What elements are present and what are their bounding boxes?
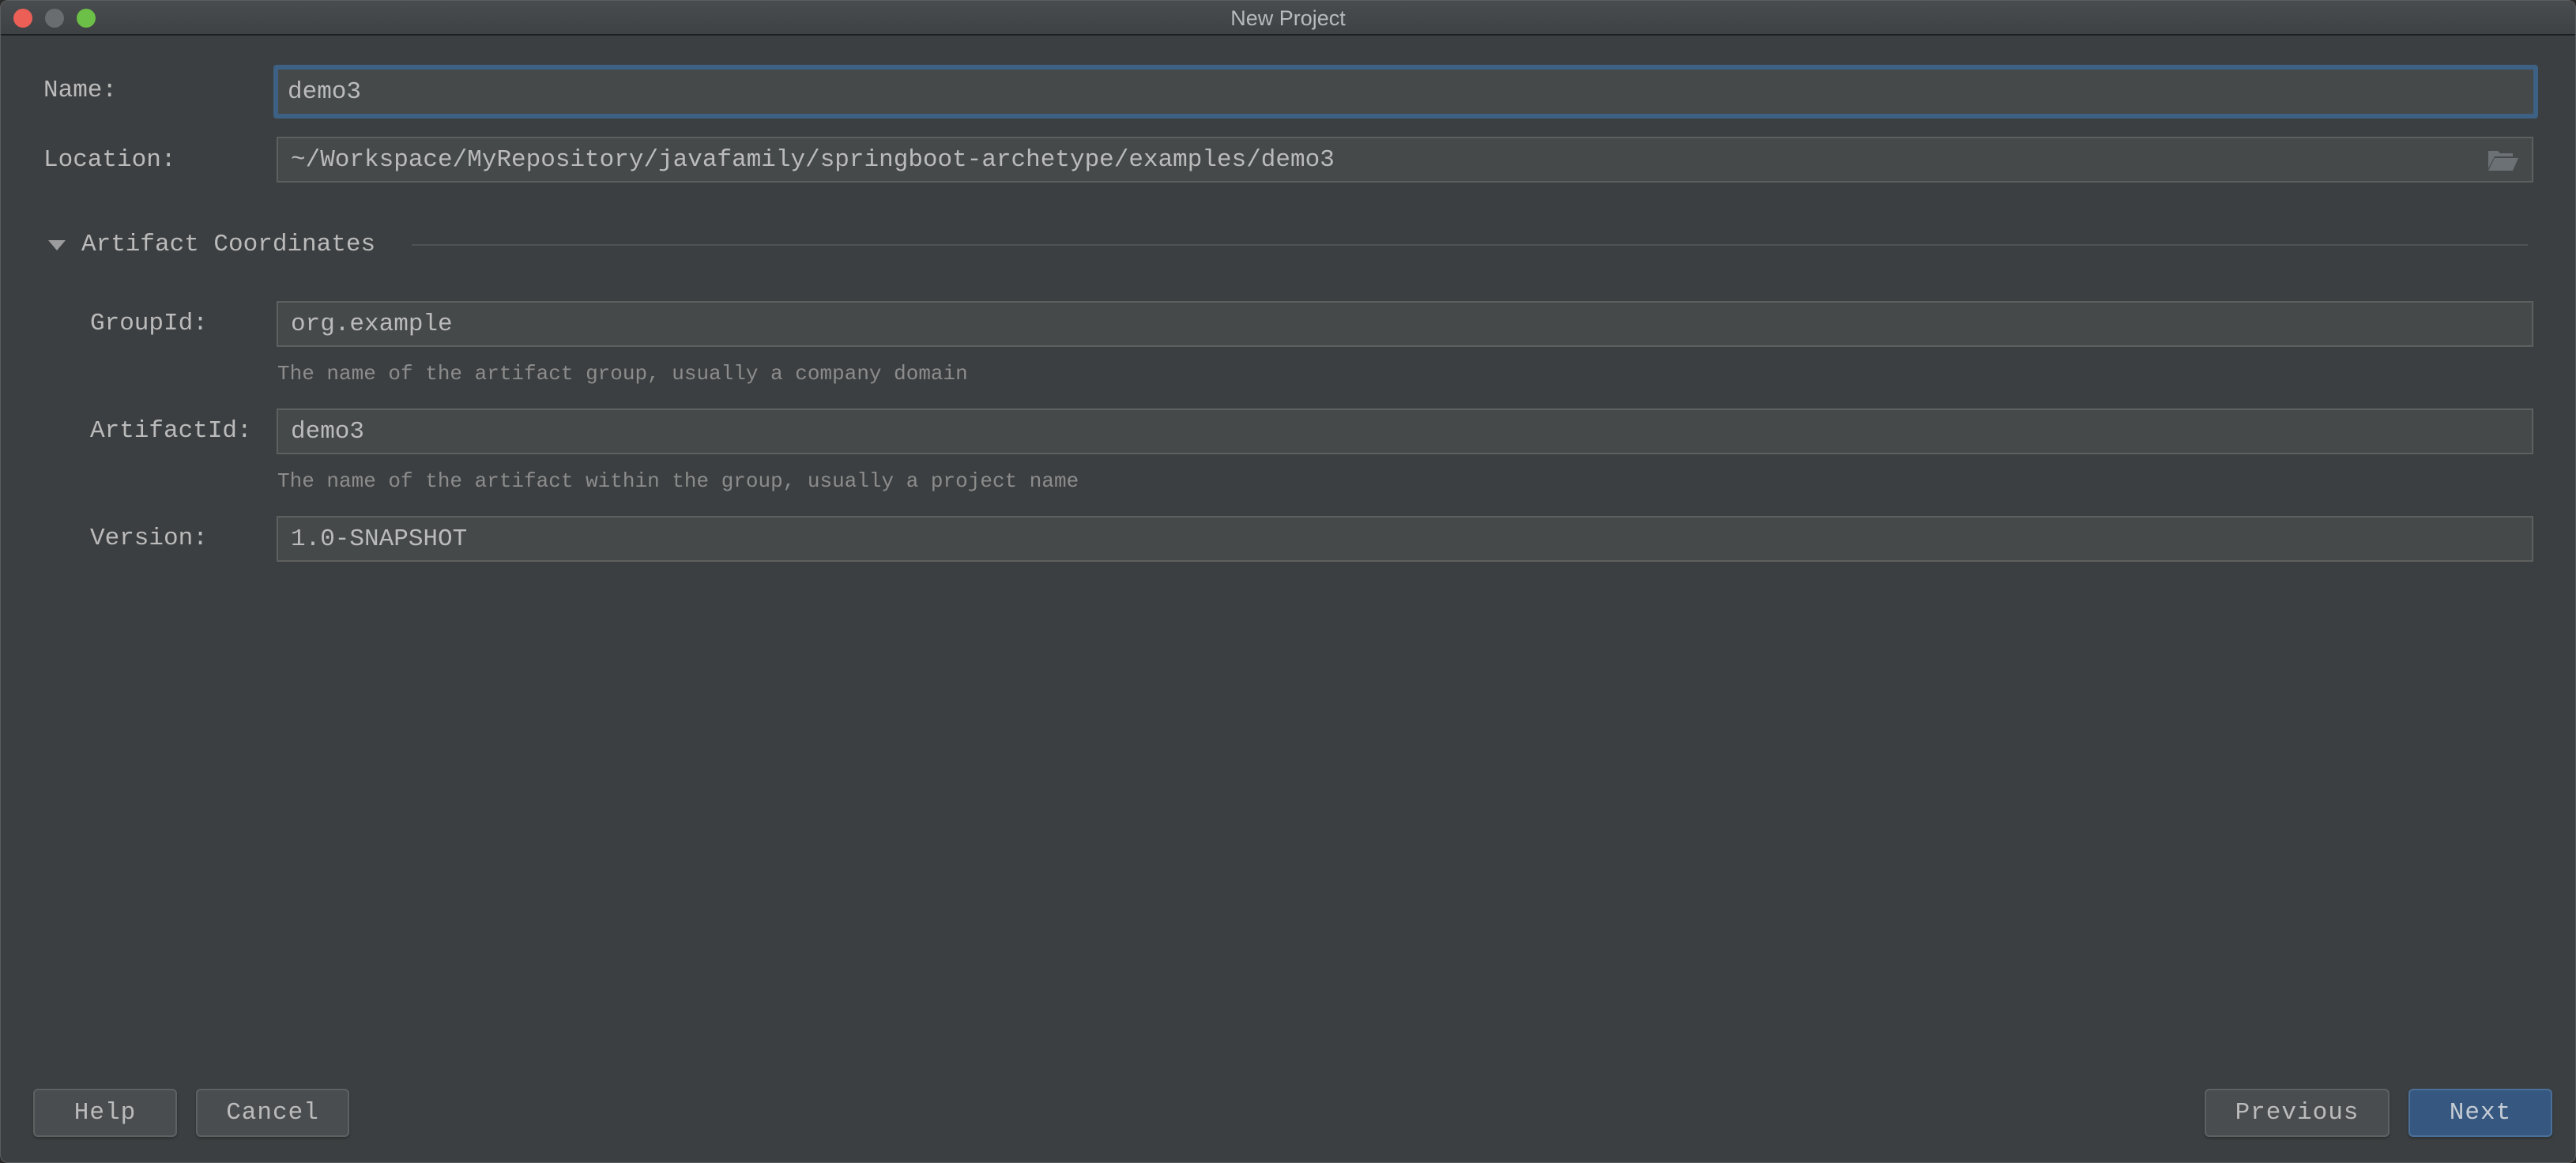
folder-open-icon[interactable] [2487,149,2519,171]
cancel-button[interactable]: Cancel [196,1089,349,1137]
location-field[interactable] [277,137,2533,183]
artifact-id-input[interactable] [278,410,2532,453]
artifact-id-label: ArtifactId: [90,417,252,445]
name-field[interactable] [273,65,2538,119]
window-title: New Project [1230,6,1346,30]
group-id-field[interactable] [277,301,2533,347]
title-bar: New Project [1,1,2575,36]
location-label: Location: [43,146,176,174]
help-button[interactable]: Help [33,1089,177,1137]
artifact-coordinates-toggle[interactable]: Artifact Coordinates [48,228,375,260]
name-label: Name: [43,77,118,104]
artifact-id-hint: The name of the artifact within the grou… [277,469,1079,493]
previous-button[interactable]: Previous [2205,1089,2390,1137]
group-id-hint: The name of the artifact group, usually … [277,362,968,386]
version-label: Version: [90,525,208,552]
section-divider [412,244,2528,246]
next-button[interactable]: Next [2408,1089,2552,1137]
section-title: Artifact Coordinates [81,230,376,258]
new-project-dialog: New Project Name: Location: Artifact Coo… [0,0,2576,1163]
artifact-id-field[interactable] [277,408,2533,454]
group-id-label: GroupId: [90,310,208,337]
version-field[interactable] [277,516,2533,562]
location-input[interactable] [278,138,2532,181]
group-id-input[interactable] [278,303,2532,345]
name-input[interactable] [278,70,2533,114]
triangle-down-icon [48,239,66,250]
version-input[interactable] [278,518,2532,560]
